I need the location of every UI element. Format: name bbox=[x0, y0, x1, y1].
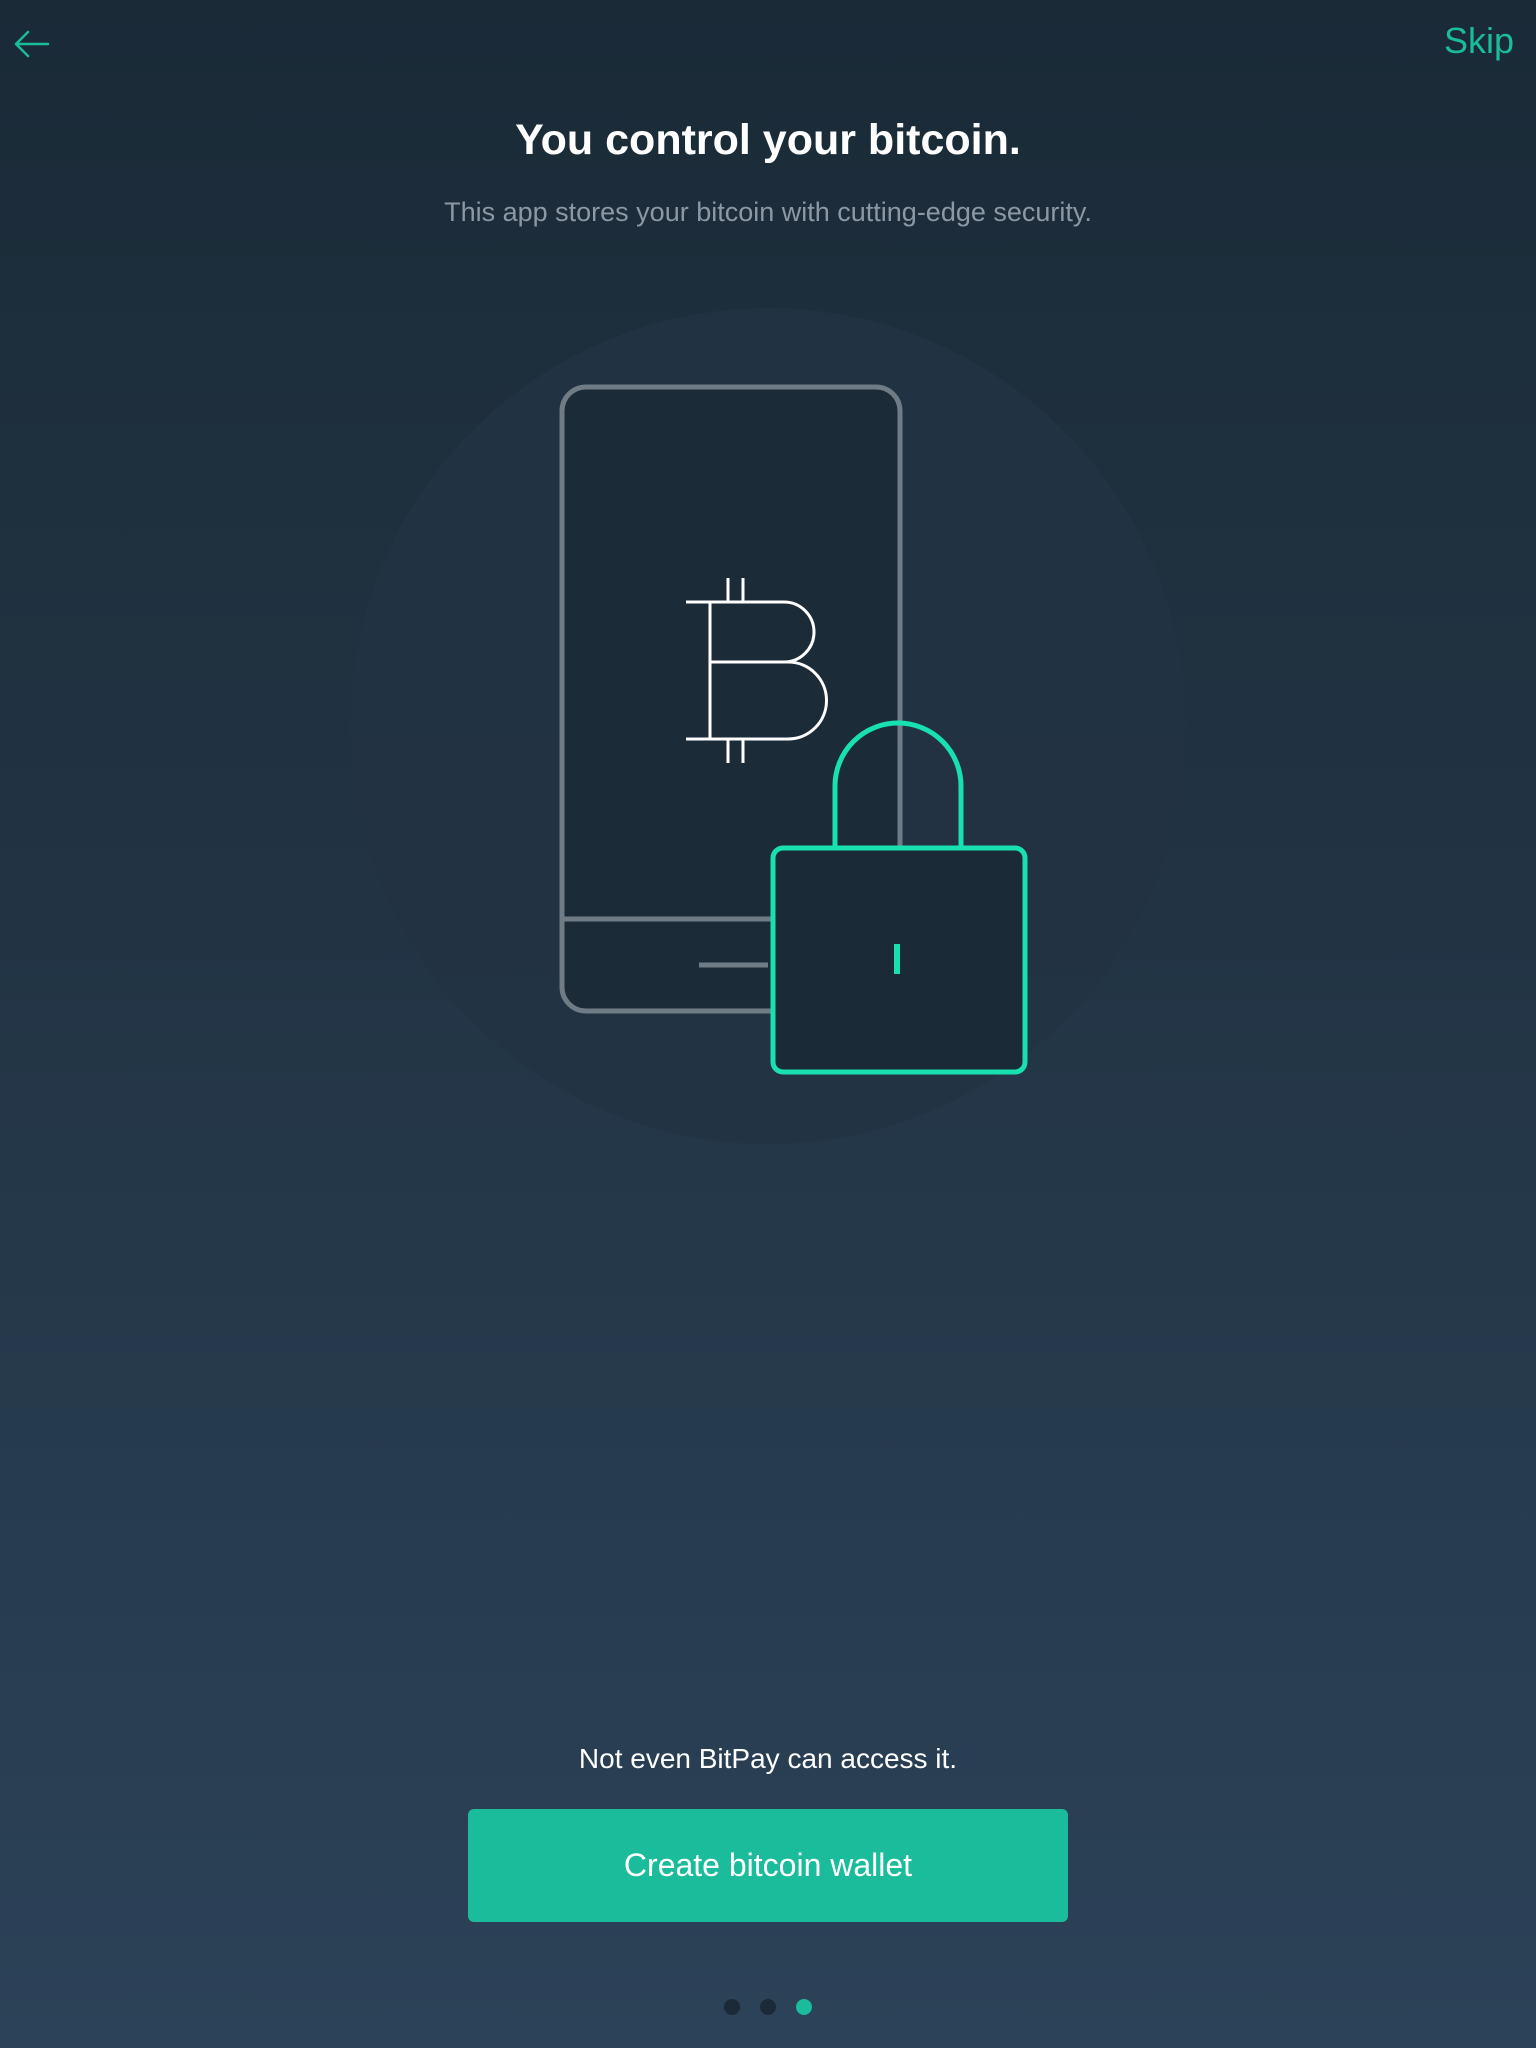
page-dot-2[interactable] bbox=[760, 1999, 776, 2015]
page-dot-1[interactable] bbox=[724, 1999, 740, 2015]
skip-button[interactable]: Skip bbox=[1444, 20, 1514, 62]
back-button[interactable] bbox=[12, 24, 52, 64]
arrow-left-icon bbox=[14, 30, 50, 58]
page-subtitle: This app stores your bitcoin with cuttin… bbox=[444, 197, 1092, 227]
page-dot-3-active[interactable] bbox=[796, 1999, 812, 2015]
page-title: You control your bitcoin. bbox=[515, 116, 1021, 164]
top-bar: Skip bbox=[0, 0, 1536, 90]
security-illustration bbox=[348, 306, 1188, 1146]
create-wallet-button[interactable]: Create bitcoin wallet bbox=[468, 1809, 1068, 1922]
privacy-note: Not even BitPay can access it. bbox=[578, 1743, 958, 1774]
page-indicator bbox=[0, 1999, 1536, 2015]
